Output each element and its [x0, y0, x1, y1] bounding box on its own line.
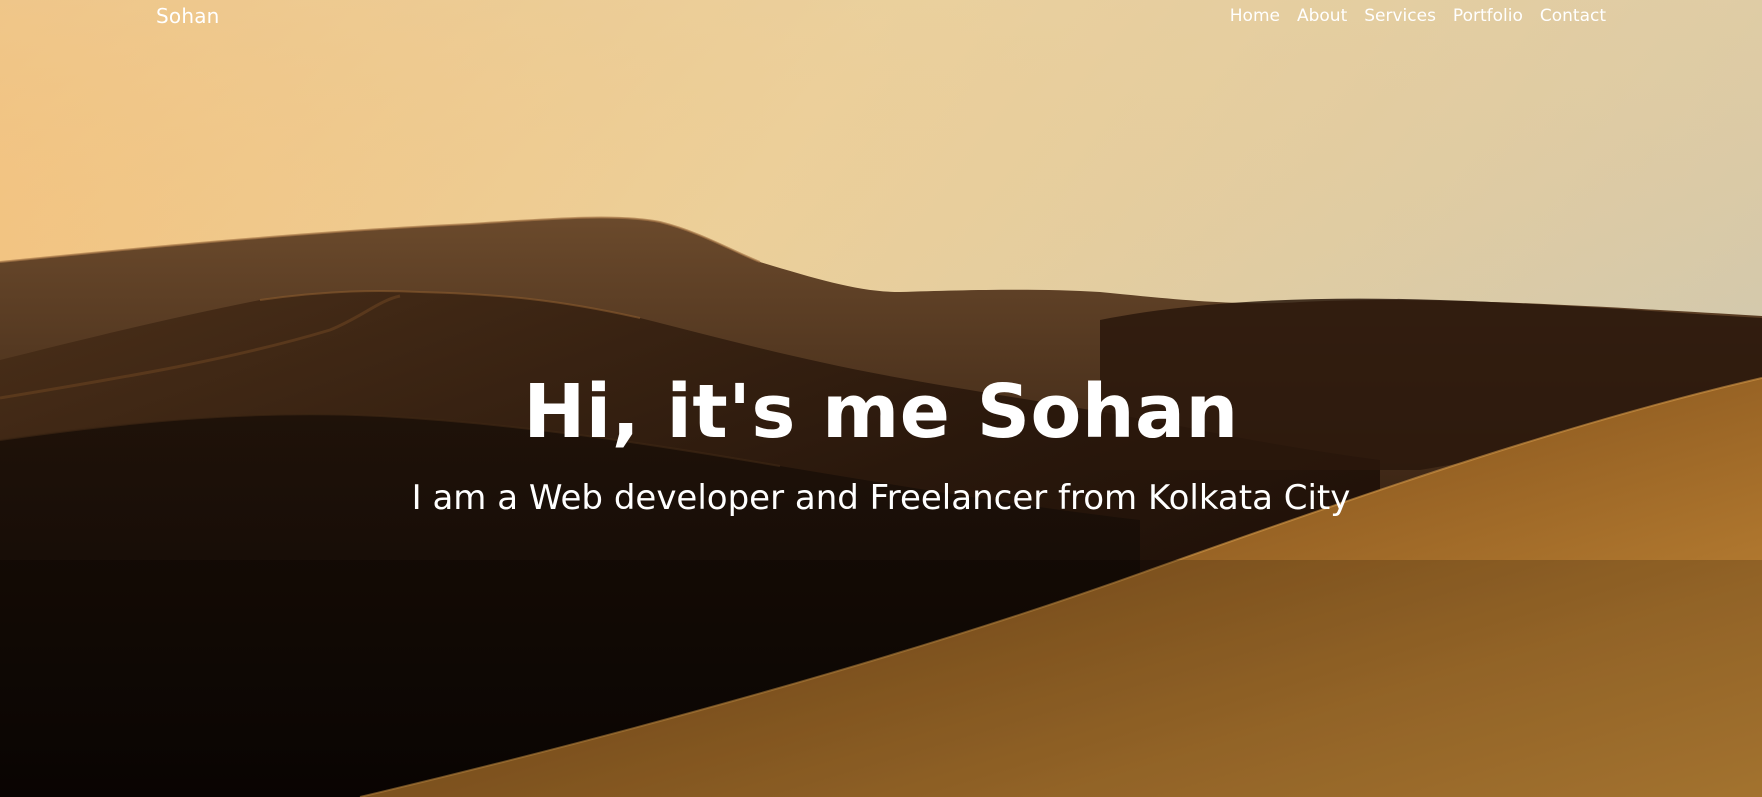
nav-link-portfolio[interactable]: Portfolio [1453, 6, 1523, 26]
nav-item-portfolio: Portfolio [1453, 6, 1523, 26]
hero-section: Sohan Home About Services Portfolio Cont… [0, 0, 1762, 797]
nav-link-contact[interactable]: Contact [1540, 6, 1606, 26]
nav-link-home[interactable]: Home [1230, 6, 1280, 26]
nav-menu: Home About Services Portfolio Contact [1213, 6, 1606, 26]
nav-item-contact: Contact [1540, 6, 1606, 26]
hero-subtitle: I am a Web developer and Freelancer from… [411, 478, 1351, 518]
nav-item-services: Services [1364, 6, 1436, 26]
top-navbar: Sohan Home About Services Portfolio Cont… [0, 0, 1762, 32]
hero-title: Hi, it's me Sohan [523, 369, 1239, 455]
brand-logo-link[interactable]: Sohan [156, 4, 220, 28]
nav-link-services[interactable]: Services [1364, 6, 1436, 26]
nav-item-about: About [1297, 6, 1347, 26]
nav-item-home: Home [1230, 6, 1280, 26]
nav-link-about[interactable]: About [1297, 6, 1347, 26]
